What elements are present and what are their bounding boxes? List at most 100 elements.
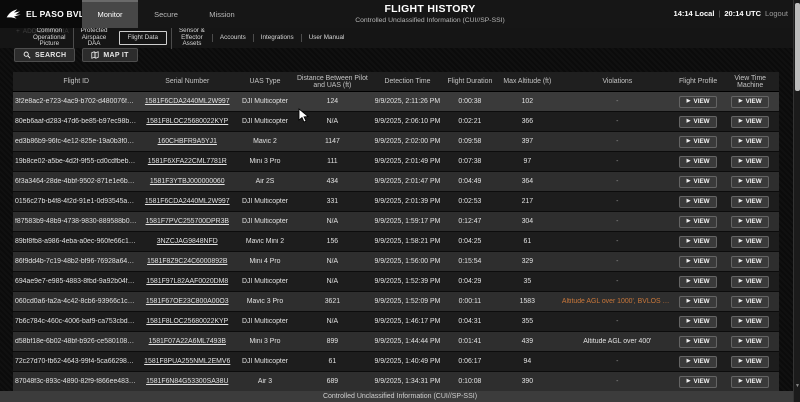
play-icon: ▶ — [738, 378, 743, 384]
distance-cell: 156 — [326, 238, 339, 245]
flight-profile-view-button[interactable]: ▶ VIEW — [679, 195, 718, 208]
flight-profile-cell: ▶ VIEW — [675, 115, 722, 128]
nav-item-accounts[interactable]: Accounts — [211, 33, 253, 43]
serial-number-link[interactable]: 1581F8Z9C24C6000892B — [147, 258, 227, 265]
logout-link[interactable]: Logout — [765, 9, 788, 18]
nav-item-protected-airspace-daa[interactable]: Protected Airspace DAA — [72, 26, 115, 50]
vertical-scrollbar[interactable]: ▼ — [793, 0, 800, 402]
flight-profile-cell: ▶ VIEW — [675, 155, 722, 168]
flight-profile-view-button[interactable]: ▶ VIEW — [679, 255, 718, 268]
flight-profile-view-button[interactable]: ▶ VIEW — [679, 135, 718, 148]
detection-time-cell: 9/9/2025, 1:52:39 PM — [374, 278, 441, 285]
violations-cell: - — [616, 198, 619, 205]
flight-profile-view-button[interactable]: ▶ VIEW — [679, 335, 718, 348]
view-time-machine-button[interactable]: ▶ VIEW — [731, 155, 770, 168]
flight-profile-view-button[interactable]: ▶ VIEW — [679, 275, 718, 288]
serial-number-link[interactable]: 1581F67OE23C800A00O3 — [146, 298, 229, 305]
play-icon: ▶ — [738, 138, 743, 144]
view-time-machine-cell: ▶ VIEW — [721, 155, 778, 168]
play-icon: ▶ — [738, 218, 743, 224]
flight-duration-cell: 0:04:25 — [458, 238, 482, 245]
view-time-machine-button[interactable]: ▶ VIEW — [731, 335, 770, 348]
flight-profile-view-button[interactable]: ▶ VIEW — [679, 315, 718, 328]
table-row: 80eb6aaf-d283-47d6-be85-b97ec98bc917 158… — [13, 112, 779, 132]
flight-profile-view-button[interactable]: ▶ VIEW — [679, 295, 718, 308]
serial-number-cell: 1581F8LOC25680022KYP — [139, 318, 235, 325]
serial-number-link[interactable]: 1581F3YTBJ000000060 — [150, 178, 225, 185]
view-time-machine-button[interactable]: ▶ VIEW — [731, 235, 770, 248]
flight-profile-view-button[interactable]: ▶ VIEW — [679, 355, 718, 368]
flight-profile-view-button[interactable]: ▶ VIEW — [679, 115, 718, 128]
flight-profile-view-button[interactable]: ▶ VIEW — [679, 155, 718, 168]
play-icon: ▶ — [686, 258, 691, 264]
distance-cell: N/A — [326, 218, 339, 225]
col-flight-duration: Flight Duration — [447, 78, 493, 85]
col-flight-profile: Flight Profile — [678, 78, 718, 85]
violations-cell: - — [616, 258, 619, 265]
play-icon: ▶ — [738, 158, 743, 164]
violations-cell: - — [616, 278, 619, 285]
flight-profile-view-button[interactable]: ▶ VIEW — [679, 95, 718, 108]
serial-number-link[interactable]: 1581F97L82AAF0020DM8 — [146, 278, 228, 285]
flight-duration-cell: 0:00:38 — [458, 98, 482, 105]
serial-number-link[interactable]: 1581F6N84G53300SA38U — [146, 378, 228, 385]
brand: EL PASO BVLOS — [0, 0, 97, 28]
view-time-machine-button[interactable]: ▶ VIEW — [731, 275, 770, 288]
nav-item-integrations[interactable]: Integrations — [252, 33, 301, 43]
tab-mission[interactable]: Mission — [194, 0, 250, 28]
uas-type-cell: Mini 3 Pro — [249, 338, 281, 345]
serial-number-link[interactable]: 1581F6XFA22CML7781R — [148, 158, 227, 165]
violations-cell: Altitude AGL over 1000', BVLOS over 3500… — [561, 298, 675, 305]
serial-number-link[interactable]: 1581F8PUA255NML2EMV6 — [144, 358, 230, 365]
serial-number-link[interactable]: 1581F07A22A6ML7493B — [149, 338, 226, 345]
serial-number-link[interactable]: 1581F8LOC25680022KYP — [146, 118, 228, 125]
play-icon: ▶ — [738, 298, 743, 304]
play-icon: ▶ — [738, 318, 743, 324]
flight-duration-cell: 0:15:54 — [458, 258, 482, 265]
flight-profile-view-button[interactable]: ▶ VIEW — [679, 175, 718, 188]
max-altitude-cell: 364 — [521, 178, 534, 185]
view-time-machine-button[interactable]: ▶ VIEW — [731, 215, 770, 228]
view-time-machine-button[interactable]: ▶ VIEW — [731, 175, 770, 188]
serial-number-link[interactable]: 1581F6CDA2440ML2W997 — [145, 198, 230, 205]
plus-icon: + — [16, 28, 20, 35]
serial-number-link[interactable]: 160CHBFR9A5YJ1 — [158, 138, 217, 145]
view-time-machine-button[interactable]: ▶ VIEW — [731, 375, 770, 388]
nav-item-common-operational-picture[interactable]: Common Operational Picture — [26, 27, 73, 49]
serial-number-link[interactable]: 1581F6CDA2440ML2W997 — [145, 98, 230, 105]
search-button[interactable]: SEARCH — [14, 48, 76, 62]
view-time-machine-button[interactable]: ▶ VIEW — [731, 115, 770, 128]
view-time-machine-cell: ▶ VIEW — [721, 295, 778, 308]
flight-profile-view-button[interactable]: ▶ VIEW — [679, 235, 718, 248]
view-time-machine-cell: ▶ VIEW — [721, 375, 778, 388]
map-it-button[interactable]: MAP IT — [82, 48, 138, 62]
scrollbar-down-arrow[interactable]: ▼ — [794, 382, 800, 390]
nav-item-user-manual[interactable]: User Manual — [300, 33, 352, 43]
view-time-machine-button[interactable]: ▶ VIEW — [731, 295, 770, 308]
nav-item-sensor-effector-assets[interactable]: Sensor & Effector Assets — [170, 26, 212, 50]
distance-cell: N/A — [326, 258, 339, 265]
scrollbar-thumb[interactable] — [795, 3, 800, 91]
view-time-machine-button[interactable]: ▶ VIEW — [731, 355, 770, 368]
serial-number-link[interactable]: 3NZCJAG9848NFD — [157, 238, 218, 245]
distance-cell: 331 — [326, 198, 339, 205]
uas-type-cell: DJI Multicopter — [242, 118, 288, 125]
view-time-machine-button[interactable]: ▶ VIEW — [731, 195, 770, 208]
flight-profile-view-button[interactable]: ▶ VIEW — [679, 375, 718, 388]
view-time-machine-button[interactable]: ▶ VIEW — [731, 95, 770, 108]
uas-type-cell: Air 3 — [257, 378, 273, 385]
nav-item-flight-data[interactable]: Flight Data — [118, 30, 167, 46]
view-time-machine-button[interactable]: ▶ VIEW — [731, 315, 770, 328]
max-altitude-cell: 439 — [521, 338, 534, 345]
flight-id-cell: 19b8ce02-a5be-4d2f-9f55-cd0cdfbeb68d — [15, 158, 140, 165]
view-time-machine-button[interactable]: ▶ VIEW — [731, 255, 770, 268]
tab-secure[interactable]: Secure — [138, 0, 194, 28]
view-time-machine-button[interactable]: ▶ VIEW — [731, 135, 770, 148]
serial-number-link[interactable]: 1581F8LOC25680022KYP — [146, 318, 228, 325]
view-time-machine-cell: ▶ VIEW — [721, 135, 778, 148]
detection-time-cell: 9/9/2025, 1:34:31 PM — [374, 378, 441, 385]
flight-profile-cell: ▶ VIEW — [675, 255, 722, 268]
serial-number-link[interactable]: 1581F7PVC255700DPR3B — [145, 218, 229, 225]
tab-monitor[interactable]: Monitor — [82, 0, 138, 28]
flight-profile-view-button[interactable]: ▶ VIEW — [679, 215, 718, 228]
